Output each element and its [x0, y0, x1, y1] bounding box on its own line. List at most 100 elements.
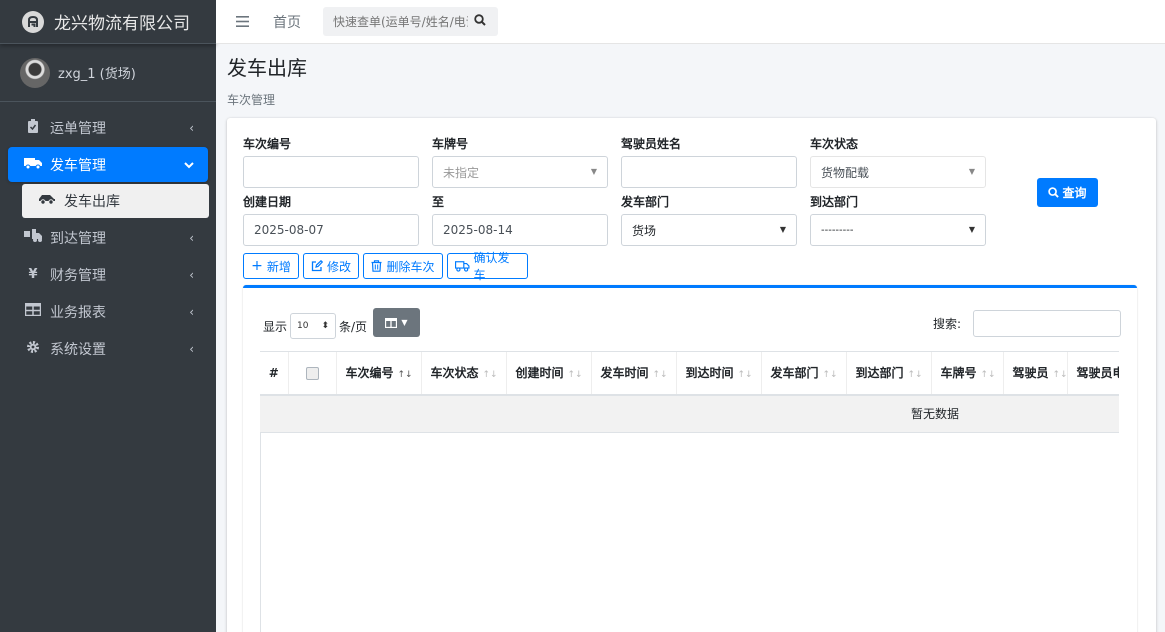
- truck-icon: [455, 260, 470, 272]
- col-label: 发车时间: [600, 366, 649, 381]
- delete-trip-button-label: 删除车次: [386, 259, 435, 274]
- page-title: 发车出库: [227, 56, 307, 80]
- search-label: 搜索:: [932, 317, 961, 331]
- sort-icon: ↑↓: [482, 370, 498, 381]
- status-select-value: 货物配载: [821, 165, 870, 180]
- table-row: 暂无数据: [260, 394, 1119, 433]
- user-panel[interactable]: zxg_1 (货场): [0, 44, 216, 102]
- home-link[interactable]: 首页: [273, 12, 301, 32]
- delete-trip-button[interactable]: 删除车次: [363, 253, 443, 279]
- query-button-label: 查询: [1062, 186, 1087, 200]
- sidebar-item-reports[interactable]: 业务报表 ‹: [8, 294, 208, 329]
- chevron-left-icon: ‹: [189, 341, 194, 356]
- col-trip-no[interactable]: 车次编号 ↑↓: [335, 351, 421, 396]
- created-to-value: 2025-08-14: [443, 223, 513, 237]
- plate-select-value: 未指定: [443, 165, 480, 180]
- sidebar-subitem-dispatch-out[interactable]: 发车出库: [22, 184, 209, 218]
- sidebar-nav: 运单管理 ‹ 发车管理 发车出库 到达管理 ‹ ¥ 财务管理 ‹ 业务报表 ‹ …: [0, 102, 216, 366]
- sidebar-item-label: 到达管理: [50, 230, 106, 247]
- sidebar-item-label: 财务管理: [50, 267, 106, 284]
- col-label: 创建时间: [515, 366, 564, 381]
- trip-no-input[interactable]: [243, 156, 419, 188]
- table-icon: [24, 302, 42, 320]
- sidebar-item-arrival[interactable]: 到达管理 ‹: [8, 220, 208, 255]
- sidebar-item-settings[interactable]: 系统设置 ‹: [8, 331, 208, 366]
- sort-icon: ↑↓: [980, 370, 996, 381]
- add-button[interactable]: + 新增: [243, 253, 299, 279]
- confirm-dispatch-button-label: 确认发车: [473, 251, 510, 282]
- select-all-checkbox[interactable]: [305, 366, 319, 380]
- show-label: 显示: [263, 319, 288, 334]
- col-label: 到达部门: [855, 366, 904, 381]
- sidebar-item-label: 发车管理: [50, 157, 106, 174]
- chevron-left-icon: ‹: [189, 304, 194, 319]
- sort-icon: ↑↓: [822, 370, 838, 381]
- page-size-value: 10: [297, 321, 309, 331]
- created-to-input[interactable]: 2025-08-14: [432, 214, 608, 246]
- arr-dept-value: ---------: [821, 224, 854, 236]
- col-index: #: [260, 351, 288, 396]
- driver-input[interactable]: [621, 156, 797, 188]
- plate-select[interactable]: 未指定 ▼: [432, 156, 608, 188]
- hamburger-menu-icon[interactable]: [236, 12, 249, 32]
- col-driver-phone[interactable]: 驾驶员电话: [1066, 351, 1120, 396]
- search-icon[interactable]: [474, 13, 486, 30]
- col-select-all[interactable]: [287, 351, 336, 396]
- top-navbar: 首页: [216, 0, 1165, 44]
- dep-dept-select[interactable]: 货场 ▼: [621, 214, 797, 246]
- status-label: 车次状态: [810, 137, 859, 151]
- col-dispatch-time[interactable]: 发车时间 ↑↓: [590, 351, 676, 396]
- column-visibility-button[interactable]: ▼: [373, 308, 420, 337]
- search-icon: [1048, 187, 1060, 198]
- confirm-dispatch-button[interactable]: 确认发车: [447, 251, 528, 282]
- col-arr-dept[interactable]: 到达部门 ↑↓: [845, 351, 931, 396]
- quick-search-input[interactable]: [333, 14, 468, 29]
- table-search-input[interactable]: [973, 310, 1121, 337]
- brand-link[interactable]: 龙兴物流有限公司: [0, 0, 216, 44]
- breadcrumb: 车次管理: [227, 93, 276, 107]
- caret-down-icon: ▼: [401, 318, 408, 327]
- table-header-row: # 车次编号 ↑↓ 车次状态 ↑↓ 创建时间 ↑↓ 发车时间 ↑↓ 到达时间 ↑↓ 发车部…: [260, 351, 1120, 396]
- col-label: 到达时间: [685, 366, 734, 381]
- col-trip-status[interactable]: 车次状态 ↑↓: [420, 351, 506, 396]
- sort-icon: ↑↓: [652, 370, 668, 381]
- status-select[interactable]: 货物配载 ▼: [810, 156, 986, 188]
- table-search: 搜索:: [933, 310, 1121, 337]
- sidebar-item-dispatch[interactable]: 发车管理: [8, 147, 208, 182]
- trash-icon: [371, 260, 382, 272]
- sort-icon: ↑↓: [907, 370, 923, 381]
- trip-table: # 车次编号 ↑↓ 车次状态 ↑↓ 创建时间 ↑↓ 发车时间 ↑↓ 到达时间 ↑↓ 发车部…: [260, 351, 1119, 433]
- plate-label: 车牌号: [432, 137, 469, 151]
- col-created-time[interactable]: 创建时间 ↑↓: [505, 351, 591, 396]
- content-header: 发车出库 车次管理: [227, 52, 307, 108]
- sidebar: 龙兴物流有限公司 zxg_1 (货场) 运单管理 ‹ 发车管理 发车出库 到达管…: [0, 0, 216, 632]
- trip-no-label: 车次编号: [243, 137, 292, 151]
- brand-name: 龙兴物流有限公司: [54, 14, 190, 34]
- page-size-select[interactable]: 10 ⬍: [290, 313, 337, 339]
- col-arrival-time[interactable]: 到达时间 ↑↓: [675, 351, 761, 396]
- col-label: 驾驶员电话: [1076, 366, 1120, 381]
- sidebar-subitem-label: 发车出库: [64, 194, 120, 210]
- caret-down-icon: ▼: [590, 167, 597, 176]
- col-label: 车次状态: [430, 366, 479, 381]
- sidebar-item-label: 系统设置: [50, 341, 106, 358]
- sidebar-item-finance[interactable]: ¥ 财务管理 ‹: [8, 257, 208, 292]
- sidebar-item-label: 业务报表: [50, 304, 106, 321]
- avatar: [20, 57, 50, 88]
- to-label: 至: [432, 195, 445, 209]
- query-button[interactable]: 查询: [1037, 178, 1098, 207]
- arr-dept-select[interactable]: --------- ▼: [810, 214, 986, 246]
- col-dep-dept[interactable]: 发车部门 ↑↓: [760, 351, 846, 396]
- created-from-input[interactable]: 2025-08-07: [243, 214, 419, 246]
- col-driver[interactable]: 驾驶员 ↑↓: [1002, 351, 1067, 396]
- columns-icon: [385, 317, 398, 328]
- col-plate[interactable]: 车牌号 ↑↓: [930, 351, 1003, 396]
- edit-icon: [311, 260, 323, 272]
- dep-dept-label: 发车部门: [621, 195, 670, 209]
- user-name: zxg_1 (货场): [58, 67, 136, 82]
- created-date-label: 创建日期: [243, 195, 292, 209]
- sidebar-item-waybill[interactable]: 运单管理 ‹: [8, 110, 208, 145]
- arr-dept-label: 到达部门: [810, 195, 859, 209]
- edit-button[interactable]: 修改: [303, 253, 359, 279]
- col-label: 发车部门: [770, 366, 819, 381]
